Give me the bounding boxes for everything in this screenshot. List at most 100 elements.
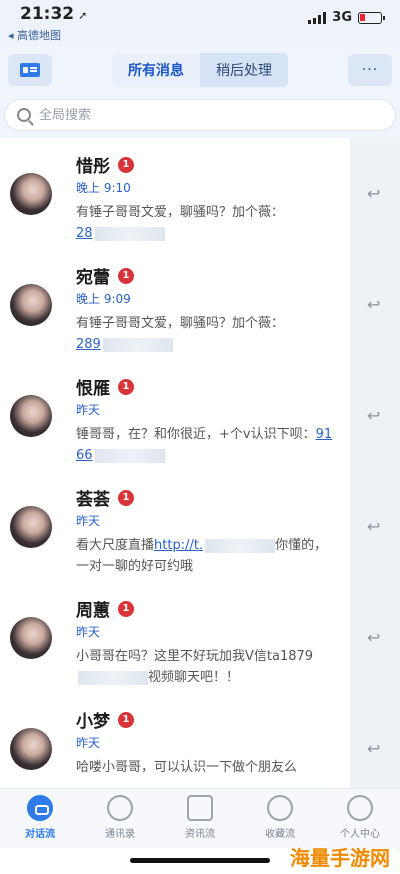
profile-icon [347,795,373,821]
unread-badge: 1 [118,489,134,506]
list-item[interactable]: 恨雁 1 昨天 锤哥哥，在？和你很近，+个v认识下呗：9166 ↩ [0,360,400,471]
blurred-content [102,337,173,352]
reply-button[interactable]: ↩ [350,249,400,360]
more-button[interactable]: ··· [348,54,392,86]
blurred-content [205,538,276,553]
message-filter-tabs: 所有消息 稍后处理 [112,53,288,87]
message-link[interactable]: http://t. [154,538,203,553]
list-item[interactable]: 惜彤 1 晚上 9:10 有锤子哥哥文爱，聊骚吗？加个薇： 28 ↩ [0,138,400,249]
id-card-icon [20,63,40,77]
network-type: 3G [332,10,352,25]
reply-icon: ↩ [367,516,381,536]
message-time: 昨天 [76,625,101,639]
back-to-app-link[interactable]: ◂ 高德地图 [8,27,61,43]
unread-badge: 1 [118,156,134,173]
blurred-content [94,448,165,463]
tab-label: 个人中心 [340,829,380,840]
list-item[interactable]: 荟荟 1 昨天 看大尺度直播http://t. 你懂的，一对一聊的好可约哦 ↩ [0,471,400,582]
search-box[interactable] [4,99,396,131]
message-preview: 看大尺度直播http://t. 你懂的，一对一聊的好可约哦 [76,538,328,574]
avatar [10,395,52,437]
unread-badge: 1 [118,378,134,395]
search-bar [0,94,400,138]
reply-button[interactable]: ↩ [350,138,400,249]
reply-icon: ↩ [367,183,381,203]
avatar [10,506,52,548]
tab-later[interactable]: 稍后处理 [200,53,288,87]
tab-conversations[interactable]: 对话流 [0,789,80,848]
contact-name: 荟荟 [76,490,110,510]
tab-contacts[interactable]: 通讯录 [80,789,160,848]
contact-name: 周蕙 [76,601,110,621]
reply-icon: ↩ [367,405,381,425]
contact-name: 小梦 [76,712,110,732]
list-item[interactable]: 宛蕾 1 晚上 9:09 有锤子哥哥文爱，聊骚吗？加个薇： 289 ↩ [0,249,400,360]
message-body[interactable]: 荟荟 1 昨天 看大尺度直播http://t. 你懂的，一对一聊的好可约哦 [0,471,350,582]
message-time: 昨天 [76,736,101,750]
message-link[interactable]: 289 [76,337,101,352]
message-body[interactable]: 小梦 1 昨天 哈喽小哥哥，可以认识一下做个朋友么 [0,693,350,788]
avatar [10,617,52,659]
message-preview: 小哥哥在吗？这里不好玩加我V信ta1879视频聊天吧！！ [76,649,314,685]
contact-name: 恨雁 [76,379,110,399]
reply-icon: ↩ [367,294,381,314]
reply-icon: ↩ [367,738,381,758]
tab-news[interactable]: 资讯流 [160,789,240,848]
list-item[interactable]: 小梦 1 昨天 哈喽小哥哥，可以认识一下做个朋友么 ↩ [0,693,400,788]
tab-profile[interactable]: 个人中心 [320,789,400,848]
message-link[interactable]: 28 [76,226,93,241]
tab-label: 对话流 [25,829,55,840]
favorites-icon [267,795,293,821]
message-list: 惜彤 1 晚上 9:10 有锤子哥哥文爱，聊骚吗？加个薇： 28 ↩ 宛蕾 1 晚上 … [0,138,400,788]
message-body[interactable]: 周蕙 1 昨天 小哥哥在吗？这里不好玩加我V信ta1879视频聊天吧！！ [0,582,350,693]
contacts-icon [107,795,133,821]
status-time: 21:32 ➚ [20,4,88,24]
message-preview: 有锤子哥哥文爱，聊骚吗？加个薇： 289 [76,316,285,352]
signal-icon [308,11,327,24]
status-indicators: 3G [308,10,385,25]
unread-badge: 1 [118,267,134,284]
contact-name: 宛蕾 [76,268,110,288]
unread-badge: 1 [118,711,134,728]
message-time: 晚上 9:10 [76,181,131,195]
contact-name: 惜彤 [76,157,110,177]
blurred-content [94,226,165,241]
tab-label: 资讯流 [185,829,215,840]
chat-bubble-icon [27,795,53,821]
tab-favorites[interactable]: 收藏流 [240,789,320,848]
reply-button[interactable]: ↩ [350,471,400,582]
avatar [10,728,52,770]
message-preview: 有锤子哥哥文爱，聊骚吗？加个薇： 28 [76,205,285,241]
watermark: 海量手游网 [290,846,390,870]
list-item[interactable]: 周蕙 1 昨天 小哥哥在吗？这里不好玩加我V信ta1879视频聊天吧！！ ↩ [0,582,400,693]
reply-icon: ↩ [367,627,381,647]
avatar [10,173,52,215]
home-indicator[interactable] [130,858,270,863]
message-body[interactable]: 恨雁 1 昨天 锤哥哥，在？和你很近，+个v认识下呗：9166 [0,360,350,471]
search-input[interactable] [39,107,339,123]
tab-label: 通讯录 [105,829,135,840]
reply-button[interactable]: ↩ [350,693,400,788]
blurred-content [78,670,148,685]
tab-label: 收藏流 [265,829,295,840]
news-icon [187,795,213,821]
avatar [10,284,52,326]
reply-button[interactable]: ↩ [350,582,400,693]
card-button[interactable] [8,54,52,86]
tab-all-messages[interactable]: 所有消息 [112,53,200,87]
status-bar: 21:32 ➚ ◂ 高德地图 3G [0,0,400,46]
location-arrow-icon: ➚ [78,9,88,22]
message-time: 晚上 9:09 [76,292,131,306]
unread-badge: 1 [118,600,134,617]
message-body[interactable]: 宛蕾 1 晚上 9:09 有锤子哥哥文爱，聊骚吗？加个薇： 289 [0,249,350,360]
battery-icon [358,11,385,24]
message-preview: 锤哥哥，在？和你很近，+个v认识下呗：9166 [76,427,333,463]
message-time: 昨天 [76,403,101,417]
reply-button[interactable]: ↩ [350,360,400,471]
search-icon [17,108,31,122]
bottom-tab-bar: 对话流 通讯录 资讯流 收藏流 个人中心 [0,788,400,848]
top-nav: 所有消息 稍后处理 ··· [0,46,400,94]
message-preview: 哈喽小哥哥，可以认识一下做个朋友么 [76,760,298,775]
message-time: 昨天 [76,514,101,528]
message-body[interactable]: 惜彤 1 晚上 9:10 有锤子哥哥文爱，聊骚吗？加个薇： 28 [0,138,350,249]
